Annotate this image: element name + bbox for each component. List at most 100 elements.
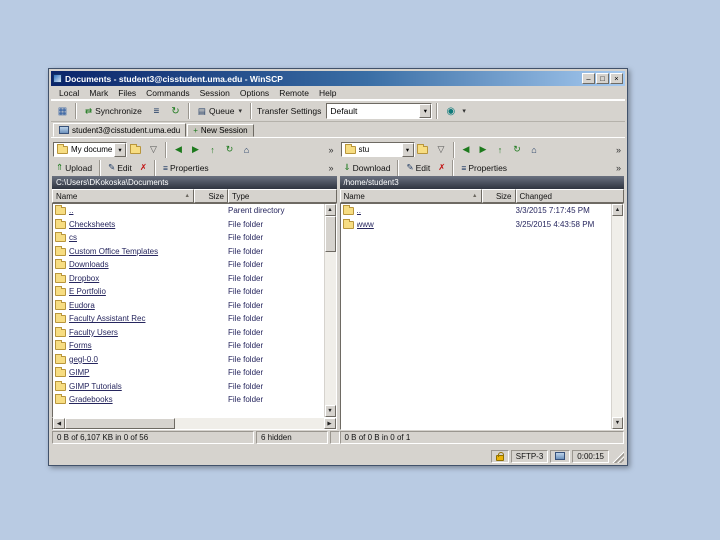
- session-tab-label: student3@cisstudent.uma.edu: [72, 125, 181, 135]
- menu-session[interactable]: Session: [195, 87, 235, 99]
- scrollbar-thumb[interactable]: [65, 418, 175, 429]
- chevron-down-icon[interactable]: ▾: [419, 104, 432, 118]
- parent-directory-icon[interactable]: ↑: [205, 142, 220, 157]
- open-directory-icon[interactable]: [417, 144, 428, 154]
- delete-button[interactable]: ✗: [435, 161, 448, 174]
- horizontal-scrollbar[interactable]: ◀ ▶: [52, 418, 337, 430]
- folder-icon: [55, 286, 66, 297]
- download-button[interactable]: ⇓ Download: [341, 161, 394, 174]
- scrollbar-track[interactable]: [612, 216, 623, 417]
- menu-mark[interactable]: Mark: [84, 87, 113, 99]
- title-bar[interactable]: Documents - student3@cisstudent.uma.edu …: [51, 71, 625, 86]
- protocol-label: SFTP-3: [515, 451, 544, 461]
- column-header-size[interactable]: Size: [481, 189, 516, 203]
- menu-commands[interactable]: Commands: [141, 87, 194, 99]
- file-row[interactable]: cs File folder: [53, 231, 324, 245]
- synchronize-button[interactable]: ⇄ Synchronize: [81, 102, 146, 120]
- refresh-icon[interactable]: ↻: [222, 142, 237, 157]
- resize-grip[interactable]: [611, 450, 624, 463]
- file-row[interactable]: .. Parent directory: [53, 204, 324, 218]
- upload-button[interactable]: ⇑ Upload: [53, 161, 95, 174]
- menu-remote[interactable]: Remote: [274, 87, 314, 99]
- delete-button[interactable]: ✗: [137, 161, 150, 174]
- overflow-chevron-icon[interactable]: »: [328, 163, 335, 173]
- file-row[interactable]: E Portfolio File folder: [53, 285, 324, 299]
- file-row[interactable]: Downloads File folder: [53, 258, 324, 272]
- scrollbar-track[interactable]: [175, 418, 324, 429]
- scroll-down-icon[interactable]: ▼: [612, 417, 623, 429]
- queue-button[interactable]: ▤ Queue ▾: [194, 102, 246, 120]
- forward-icon[interactable]: ▶: [476, 142, 491, 157]
- close-button[interactable]: ×: [610, 73, 623, 84]
- edit-button[interactable]: ✎ Edit: [403, 161, 433, 174]
- hidden-files-status[interactable]: 6 hidden: [256, 431, 328, 444]
- file-row[interactable]: Forms File folder: [53, 339, 324, 353]
- transfer-settings-combo[interactable]: Default ▾: [326, 103, 433, 119]
- parent-directory-icon[interactable]: ↑: [493, 142, 508, 157]
- file-row[interactable]: www 3/25/2015 4:43:58 PM: [341, 218, 612, 232]
- back-icon[interactable]: ◀: [459, 142, 474, 157]
- file-row[interactable]: Faculty Assistant Rec File folder: [53, 312, 324, 326]
- scroll-right-icon[interactable]: ▶: [323, 418, 336, 429]
- scrollbar-track[interactable]: [325, 252, 336, 405]
- file-row[interactable]: Faculty Users File folder: [53, 326, 324, 340]
- home-icon[interactable]: ⌂: [239, 142, 254, 157]
- console-icon[interactable]: ≡: [148, 103, 165, 120]
- column-header-type[interactable]: Type: [228, 189, 337, 203]
- file-row[interactable]: Checksheets File folder: [53, 218, 324, 232]
- refresh-icon[interactable]: ↻: [510, 142, 525, 157]
- properties-button[interactable]: ≡ Properties: [160, 162, 212, 174]
- file-row[interactable]: GIMP File folder: [53, 366, 324, 380]
- column-header-size[interactable]: Size: [194, 189, 228, 203]
- home-icon[interactable]: ⌂: [527, 142, 542, 157]
- file-row[interactable]: Gradebooks File folder: [53, 393, 324, 407]
- refresh-icon[interactable]: ↻: [167, 103, 184, 120]
- layout-icon[interactable]: ▦: [54, 103, 71, 120]
- menu-help[interactable]: Help: [314, 87, 341, 99]
- overflow-chevron-icon[interactable]: »: [616, 145, 623, 155]
- column-header-changed[interactable]: Changed: [515, 189, 624, 203]
- minimize-button[interactable]: –: [582, 73, 595, 84]
- chevron-down-icon[interactable]: ▾: [462, 107, 466, 115]
- menu-options[interactable]: Options: [235, 87, 274, 99]
- forward-icon[interactable]: ▶: [188, 142, 203, 157]
- file-row[interactable]: GIMP Tutorials File folder: [53, 380, 324, 394]
- encryption-section[interactable]: [490, 449, 509, 463]
- scroll-left-icon[interactable]: ◀: [53, 418, 65, 429]
- scrollbar-thumb[interactable]: [324, 216, 336, 252]
- overflow-chevron-icon[interactable]: »: [616, 163, 623, 173]
- maximize-button[interactable]: □: [596, 73, 609, 84]
- protocol-section[interactable]: SFTP-3: [510, 449, 549, 463]
- properties-button[interactable]: ≡ Properties: [458, 162, 510, 174]
- menu-local[interactable]: Local: [54, 87, 84, 99]
- remote-drive-combo[interactable]: stu ▾: [340, 142, 415, 157]
- session-icon-section[interactable]: [550, 449, 571, 463]
- file-row[interactable]: Dropbox File folder: [53, 272, 324, 286]
- scroll-up-icon[interactable]: ▲: [612, 204, 623, 216]
- scroll-up-icon[interactable]: ▲: [324, 204, 336, 216]
- file-row[interactable]: Custom Office Templates File folder: [53, 245, 324, 259]
- vertical-scrollbar[interactable]: ▲ ▼: [611, 204, 623, 429]
- filter-icon[interactable]: ▽: [146, 142, 161, 157]
- open-directory-icon[interactable]: [129, 144, 141, 154]
- file-row[interactable]: gegl-0.0 File folder: [53, 353, 324, 367]
- local-path-bar[interactable]: C:\Users\DKokoska\Documents: [52, 176, 337, 189]
- filter-icon[interactable]: ▽: [434, 142, 449, 157]
- overflow-chevron-icon[interactable]: »: [328, 145, 335, 155]
- chevron-down-icon[interactable]: ▾: [401, 142, 414, 157]
- edit-button[interactable]: ✎ Edit: [105, 161, 135, 174]
- session-tab[interactable]: student3@cisstudent.uma.edu: [53, 123, 187, 137]
- scroll-down-icon[interactable]: ▼: [324, 405, 336, 417]
- back-icon[interactable]: ◀: [171, 142, 186, 157]
- menu-files[interactable]: Files: [113, 87, 141, 99]
- vertical-scrollbar[interactable]: ▲ ▼: [323, 204, 336, 417]
- file-row[interactable]: Eudora File folder: [53, 299, 324, 313]
- column-header-name[interactable]: Name ▲: [339, 189, 482, 203]
- chevron-down-icon[interactable]: ▾: [114, 142, 126, 157]
- remote-path-bar[interactable]: /home/student3: [339, 176, 624, 189]
- new-session-tab[interactable]: + New Session: [187, 124, 254, 137]
- local-drive-combo[interactable]: My docume ▾: [53, 142, 127, 157]
- transfer-preset-icon[interactable]: ◉: [442, 103, 459, 120]
- column-header-name[interactable]: Name ▲: [52, 189, 194, 203]
- file-row[interactable]: .. 3/3/2015 7:17:45 PM: [341, 204, 612, 218]
